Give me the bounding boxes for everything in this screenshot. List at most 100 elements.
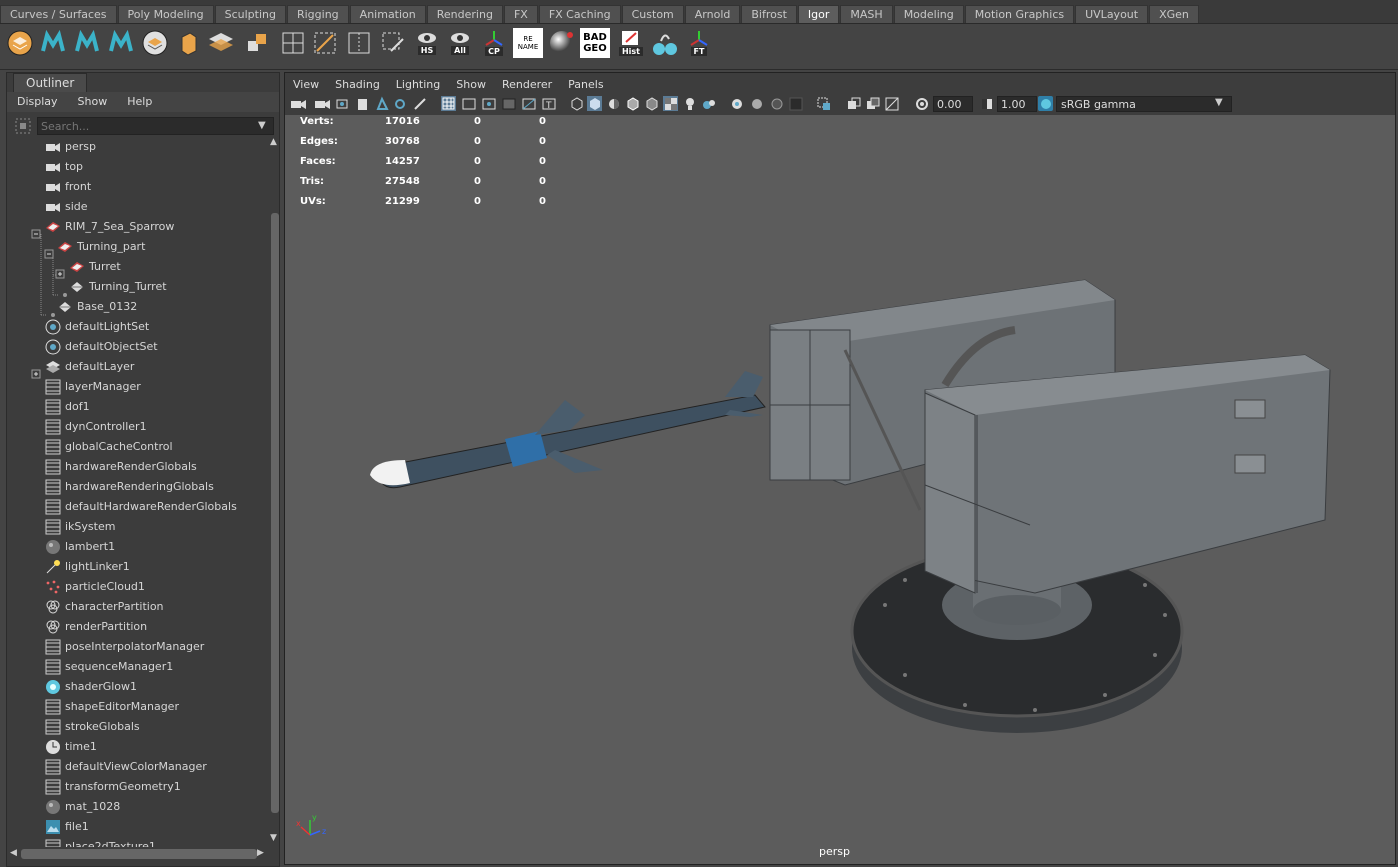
shelf-tab-fx[interactable]: FX [503,5,538,23]
outliner-item[interactable]: persp [45,137,96,157]
outliner-item[interactable]: defaultLightSet [45,317,149,337]
menu-help[interactable]: Help [117,92,162,112]
select-camera-icon[interactable] [289,96,309,111]
exposure-icon[interactable] [914,96,929,111]
gamma-icon[interactable] [979,96,994,111]
exposure-field[interactable]: 0.00 [933,96,973,112]
outliner-item[interactable]: front [45,177,91,197]
layer-orb-button[interactable] [140,28,170,58]
scroll-left-icon[interactable]: ◀ [10,848,17,858]
outliner-horizontal-scrollbar[interactable] [21,849,257,859]
menu-renderer[interactable]: Renderer [494,75,560,93]
gate-mask-icon[interactable] [501,96,516,111]
maya-tool-2-button[interactable] [72,28,102,58]
default-material-icon[interactable] [606,96,621,111]
outliner-item[interactable]: hardwareRenderingGlobals [45,477,214,497]
outliner-item[interactable]: lambert1 [45,537,115,557]
isolate-select-icon[interactable] [788,96,803,111]
shelf-tab-modeling[interactable]: Modeling [893,5,964,23]
outliner-item[interactable]: RIM_7_Sea_Sparrow [45,217,174,237]
backface-culling-icon[interactable] [884,96,899,111]
outliner-item[interactable]: globalCacheControl [45,437,173,457]
menu-lighting[interactable]: Lighting [388,75,448,93]
outliner-item[interactable]: renderPartition [45,617,147,637]
shelf-tab-uvlayout[interactable]: UVLayout [1075,5,1149,23]
edge-tool-button[interactable] [310,28,340,58]
outliner-item[interactable]: Base_0132 [57,297,137,317]
outliner-search-input[interactable] [37,117,274,135]
scroll-down-icon[interactable]: ▼ [270,833,277,843]
outliner-item[interactable]: Turret [69,257,121,277]
outliner-item[interactable]: characterPartition [45,597,164,617]
link-button[interactable] [650,28,680,58]
view-transform-toggle-icon[interactable] [1038,96,1053,111]
field-chart-icon[interactable] [521,96,536,111]
film-gate-icon[interactable] [461,96,476,111]
outliner-item[interactable]: place2dTexture1 [45,837,156,847]
outliner-item[interactable]: sequenceManager1 [45,657,173,677]
hypershade-orb-button[interactable] [5,28,35,58]
image-plane-icon[interactable] [355,96,370,111]
ft-button[interactable]: FT [684,28,714,58]
all-button[interactable]: All [445,28,475,58]
menu-show[interactable]: Show [448,75,494,93]
insert-loop-button[interactable] [344,28,374,58]
shelf-tab-arnold[interactable]: Arnold [684,5,741,23]
resolution-gate-icon[interactable] [481,96,496,111]
chevron-down-icon[interactable]: ▼ [258,120,266,131]
shelf-tab-xgen[interactable]: XGen [1149,5,1199,23]
outliner-item[interactable]: defaultViewColorManager [45,757,207,777]
shelf-tab-fx-caching[interactable]: FX Caching [538,5,621,23]
maya-tool-3-button[interactable] [106,28,136,58]
outliner-item[interactable]: file1 [45,817,89,837]
grease-pencil-icon[interactable] [393,96,408,111]
use-all-lights-icon[interactable] [663,96,678,111]
outliner-item[interactable]: transformGeometry1 [45,777,181,797]
material-sphere-button[interactable] [547,28,577,58]
outliner-vertical-scrollbar[interactable] [271,213,279,813]
outliner-item[interactable]: time1 [45,737,97,757]
outliner-item[interactable]: shaderGlow1 [45,677,137,697]
outliner-item[interactable]: defaultHardwareRenderGlobals [45,497,237,517]
scroll-right-icon[interactable]: ▶ [257,848,264,858]
xray-joints-icon[interactable] [846,96,861,111]
menu-view[interactable]: View [285,75,327,93]
outliner-item[interactable]: Turning_Turret [69,277,167,297]
shelf-tab-curves-surfaces[interactable]: Curves / Surfaces [0,5,117,23]
menu-display[interactable]: Display [7,92,68,112]
rename-button[interactable]: RE NAME [513,28,543,58]
shelf-tab-rendering[interactable]: Rendering [426,5,503,23]
outliner-item[interactable]: side [45,197,88,217]
xray-active-icon[interactable] [865,96,880,111]
outliner-item[interactable]: dof1 [45,397,90,417]
bad-geo-button[interactable]: BAD GEO [580,28,610,58]
screen-space-ao-icon[interactable] [701,96,716,111]
outliner-item[interactable]: Turning_part [57,237,145,257]
outliner-item[interactable]: mat_1028 [45,797,120,817]
outliner-item[interactable]: top [45,157,83,177]
shelf-tab-animation[interactable]: Animation [349,5,426,23]
stack-tool-button[interactable] [206,28,236,58]
multi-cut-button[interactable] [278,28,308,58]
bookmark-camera-icon[interactable] [335,96,350,111]
grid-tool-button[interactable] [242,28,272,58]
hs-button[interactable]: HS [412,28,442,58]
scroll-up-icon[interactable]: ▲ [270,137,277,147]
shelf-tab-custom[interactable]: Custom [621,5,684,23]
box-tool-button[interactable] [173,28,203,58]
menu-show[interactable]: Show [68,92,118,112]
shelf-tab-motion-graphics[interactable]: Motion Graphics [964,5,1075,23]
outliner-item[interactable]: ikSystem [45,517,115,537]
smooth-shade-icon[interactable] [587,96,602,111]
wireframe-on-shaded-icon[interactable] [625,96,640,111]
shelf-tab-bifrost[interactable]: Bifrost [741,5,797,23]
chevron-down-icon[interactable]: ▼ [1215,97,1223,108]
anti-aliasing-icon[interactable] [749,96,764,111]
shelf-tab-rigging[interactable]: Rigging [286,5,349,23]
outliner-item[interactable]: layerManager [45,377,141,397]
maya-tool-1-button[interactable] [38,28,68,58]
motion-blur-icon[interactable] [729,96,744,111]
outliner-item[interactable]: dynController1 [45,417,147,437]
outliner-tab[interactable]: Outliner [13,73,88,92]
shelf-tab-igor[interactable]: Igor [797,5,840,23]
